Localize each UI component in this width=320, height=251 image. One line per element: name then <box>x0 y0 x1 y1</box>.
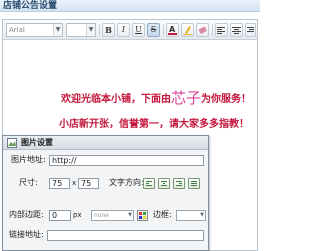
size-separator: x <box>72 179 77 187</box>
border-style-select[interactable]: none ▼ <box>91 210 134 221</box>
font-size-select[interactable]: ▼ <box>66 23 96 37</box>
chevron-down-icon: ▼ <box>200 212 204 218</box>
underline-button[interactable]: U <box>132 23 145 37</box>
padding-label: 内部边距: <box>9 210 44 219</box>
align-left-button[interactable] <box>215 23 228 37</box>
padding-unit: px <box>73 211 82 219</box>
eraser-button[interactable] <box>196 23 209 37</box>
align-image-center-button[interactable] <box>158 178 170 189</box>
image-url-input[interactable]: http:// <box>49 155 204 166</box>
image-settings-dialog: 图片设置 图片地址: http:// 尺寸: 75 x 75 文字方向: 内部边… <box>2 135 209 251</box>
border-style-value: none <box>94 212 109 219</box>
font-family-value: Arial <box>9 26 25 34</box>
color-picker-icon <box>139 212 146 219</box>
eraser-icon <box>198 26 207 35</box>
width-input[interactable]: 75 <box>49 178 70 189</box>
toolbar-separator <box>163 24 164 36</box>
toolbar-separator <box>212 24 213 36</box>
size-label: 尺寸: <box>19 178 38 187</box>
align-image-left-button[interactable] <box>143 178 155 189</box>
window-titlebar: 店铺公告设置 <box>0 0 260 12</box>
align-right-icon <box>247 27 254 32</box>
align-center-icon <box>232 27 241 34</box>
welcome-name: 芯子 <box>171 89 202 107</box>
image-url-label: 图片地址: <box>11 155 46 164</box>
notice-line: 小店新开张，信誉第一，请大家多多指教！ <box>59 119 249 130</box>
italic-button[interactable]: I <box>117 23 130 37</box>
chevron-down-icon: ▼ <box>53 24 62 36</box>
picture-icon <box>7 138 17 148</box>
welcome-text-start: 欢迎光临本小铺，下面由 <box>61 94 171 105</box>
highlight-button[interactable] <box>181 23 194 37</box>
align-image-justify-button[interactable] <box>188 178 200 189</box>
border-width-select[interactable]: ▼ <box>176 210 206 221</box>
strikethrough-button[interactable]: S <box>147 23 160 37</box>
bold-button[interactable]: B <box>102 23 115 37</box>
link-url-input[interactable] <box>47 230 204 241</box>
svg-text:A: A <box>169 25 176 34</box>
chevron-down-icon: ▼ <box>128 212 132 218</box>
height-input[interactable]: 75 <box>78 178 99 189</box>
align-center-button[interactable] <box>230 23 243 37</box>
dialog-title: 图片设置 <box>3 136 208 150</box>
toolbar-separator <box>99 24 100 36</box>
font-family-select[interactable]: Arial ▼ <box>6 23 63 37</box>
editor-toolbar: Arial ▼ ▼ B I U S A <box>3 20 257 40</box>
align-image-right-button[interactable] <box>173 178 185 189</box>
border-label: 边框: <box>153 210 172 219</box>
text-color-button[interactable]: A <box>166 23 179 37</box>
welcome-text-end: 为你服务！ <box>201 94 252 105</box>
welcome-line: 欢迎光临本小铺，下面由芯子为你服务！ <box>61 87 251 108</box>
highlight-icon <box>183 26 192 35</box>
text-direction-label: 文字方向: <box>109 178 144 187</box>
link-url-label: 链接地址: <box>9 230 44 239</box>
border-color-button[interactable] <box>137 210 148 221</box>
align-right-button[interactable] <box>245 23 256 37</box>
window-title: 店铺公告设置 <box>3 1 58 11</box>
padding-input[interactable]: 0 <box>49 210 71 221</box>
dialog-title-text: 图片设置 <box>21 138 53 147</box>
align-left-icon <box>217 27 225 34</box>
chevron-down-icon: ▼ <box>86 24 95 36</box>
text-color-icon: A <box>168 25 177 35</box>
